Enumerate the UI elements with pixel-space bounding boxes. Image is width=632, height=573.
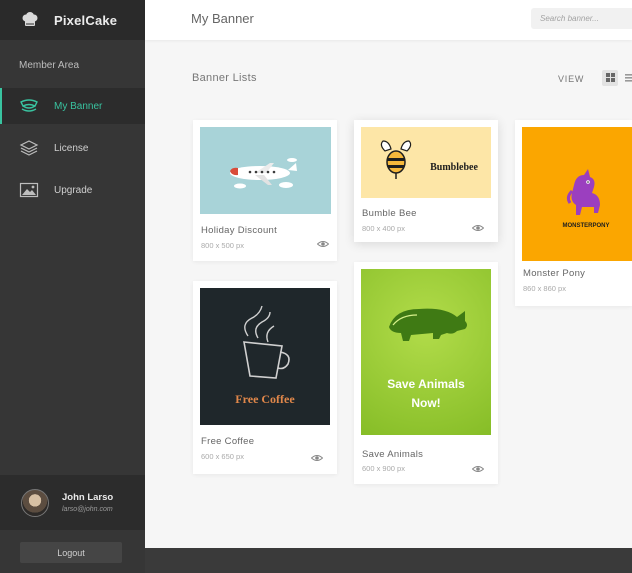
eye-icon[interactable] — [317, 240, 329, 248]
list-view-button[interactable] — [623, 70, 632, 86]
banner-icon — [19, 97, 39, 115]
banner-thumbnail[interactable]: Bumblebee — [361, 127, 491, 198]
banner-card-bumble-bee[interactable]: Bumblebee Bumble Bee 800 x 400 px — [354, 120, 498, 242]
pony-illustration: MONSTERPONY — [562, 169, 610, 229]
banner-name: Bumble Bee — [362, 208, 417, 219]
eye-icon[interactable] — [311, 454, 323, 462]
banner-thumbnail[interactable]: Save Animals Now! — [361, 269, 491, 435]
banner-size: 800 x 500 px — [201, 241, 244, 250]
image-icon — [19, 181, 39, 199]
grid-icon — [605, 69, 615, 87]
banner-thumbnail[interactable]: MONSTERPONY — [522, 127, 632, 261]
banner-overlay-text: Free Coffee — [235, 392, 295, 406]
user-email: larso@john.com — [62, 506, 113, 513]
sidebar-item-upgrade[interactable]: Upgrade — [0, 172, 145, 208]
sidebar-item-license[interactable]: License — [0, 130, 145, 166]
banner-thumbnail[interactable]: Free Coffee — [200, 288, 330, 425]
airplane-illustration — [230, 158, 297, 189]
sidebar-header: PixelCake — [0, 0, 145, 40]
sidebar-item-label: My Banner — [54, 100, 103, 112]
avatar[interactable] — [21, 488, 49, 517]
banner-size: 600 x 900 px — [362, 464, 405, 473]
view-label: VIEW — [558, 74, 585, 84]
top-bar: My Banner — [145, 0, 632, 40]
banner-card-monster-pony[interactable]: MONSTERPONY Monster Pony 860 x 860 px — [515, 120, 632, 306]
bee-illustration: Bumblebee — [380, 140, 478, 179]
banner-overlay-text: Save Animals — [387, 377, 465, 391]
banner-size: 800 x 400 px — [362, 224, 405, 233]
banner-name: Save Animals — [362, 449, 424, 460]
banner-card-free-coffee[interactable]: Free Coffee Free Coffee 600 x 650 px — [193, 281, 337, 474]
rhino-illustration: Save Animals Now! — [387, 308, 467, 410]
banner-thumbnail[interactable] — [200, 127, 331, 214]
banner-card-save-animals[interactable]: Save Animals Now! Save Animals 600 x 900… — [354, 262, 498, 484]
banner-name: Monster Pony — [523, 268, 586, 279]
footer-bar — [145, 548, 632, 573]
banner-size: 860 x 860 px — [523, 284, 566, 293]
banner-name: Free Coffee — [201, 436, 255, 447]
page-title: My Banner — [191, 11, 254, 26]
coffee-cup-illustration: Free Coffee — [235, 305, 295, 406]
chef-hat-icon — [20, 10, 40, 30]
brand-name[interactable]: PixelCake — [54, 13, 117, 28]
sidebar: PixelCake Member Area My Banner License — [0, 0, 145, 573]
sidebar-item-my-banner[interactable]: My Banner — [0, 88, 145, 124]
section-title: Banner Lists — [192, 72, 257, 84]
logout-button[interactable]: Logout — [20, 542, 122, 563]
eye-icon[interactable] — [472, 224, 484, 232]
user-profile[interactable]: John Larso larso@john.com — [0, 475, 145, 530]
banner-name: Holiday Discount — [201, 225, 278, 236]
banner-overlay-text: Bumblebee — [430, 162, 478, 173]
banner-size: 600 x 650 px — [201, 452, 244, 461]
banner-card-holiday-discount[interactable]: Holiday Discount 800 x 500 px — [193, 120, 337, 261]
sidebar-item-label: Upgrade — [54, 184, 93, 196]
user-name: John Larso — [62, 492, 114, 503]
grid-view-button[interactable] — [602, 70, 618, 86]
logout-area: Logout — [0, 530, 145, 573]
sidebar-item-label: License — [54, 142, 89, 154]
layers-icon — [19, 139, 39, 157]
banner-overlay-text: MONSTERPONY — [562, 223, 609, 229]
user-info: John Larso larso@john.com — [62, 492, 113, 513]
list-icon — [624, 69, 632, 87]
eye-icon[interactable] — [472, 465, 484, 473]
banner-overlay-text: Now! — [411, 396, 440, 410]
search-input[interactable] — [531, 8, 632, 29]
